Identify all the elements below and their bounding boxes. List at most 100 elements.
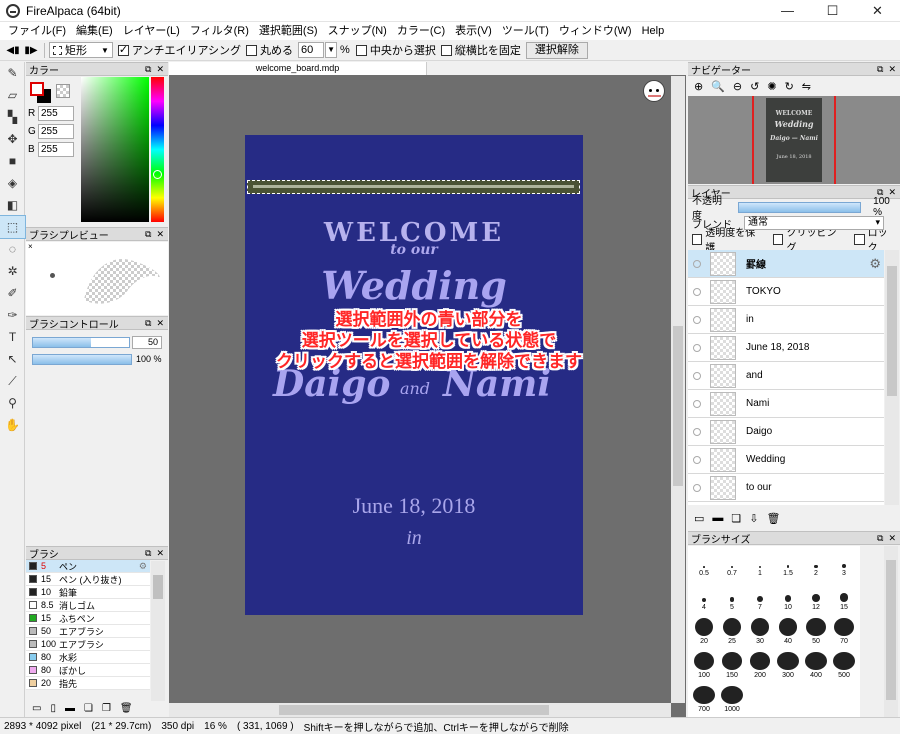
- new-layer-icon[interactable]: ▭: [694, 512, 704, 525]
- maximize-button[interactable]: ☐: [810, 0, 855, 22]
- magic-wand-tool-icon[interactable]: ✲: [0, 260, 25, 282]
- blend-mode-select[interactable]: 通常: [744, 216, 884, 230]
- brush-size-scrollbar[interactable]: [884, 546, 898, 717]
- canvas-vertical-scrollbar[interactable]: [671, 76, 685, 703]
- brush-size-preset[interactable]: 1000: [718, 686, 746, 713]
- eraser-tool-icon[interactable]: ▱: [0, 84, 25, 106]
- rotate-left-icon[interactable]: ↺: [750, 80, 759, 93]
- brush-size-preset[interactable]: 40: [774, 618, 802, 645]
- fix-ratio-checkbox[interactable]: 縦横比を固定: [440, 42, 521, 58]
- menu-view[interactable]: 表示(V): [450, 22, 497, 40]
- brush-size-preset[interactable]: 3: [830, 550, 858, 577]
- layer-row[interactable]: 罫線 ⚙: [688, 250, 884, 278]
- brush-size-preset[interactable]: 500: [830, 652, 858, 679]
- close-icon[interactable]: ✕: [156, 64, 164, 75]
- saturation-value-picker[interactable]: [81, 77, 149, 222]
- visibility-icon[interactable]: [693, 427, 701, 436]
- layer-row[interactable]: Daigo: [688, 418, 884, 446]
- shape-select[interactable]: 矩形 ▼: [49, 42, 113, 58]
- copy-brush-icon[interactable]: ▯: [50, 703, 56, 717]
- antialias-checkbox[interactable]: アンチエイリアシング: [117, 42, 241, 58]
- menu-select[interactable]: 選択範囲(S): [254, 22, 323, 40]
- brush-size-preset[interactable]: 100: [690, 652, 718, 679]
- visibility-icon[interactable]: [693, 455, 701, 464]
- divide-tool-icon[interactable]: ⟋: [0, 370, 25, 392]
- text-tool-icon[interactable]: T: [0, 326, 25, 348]
- brush-list-item[interactable]: 100 エアブラシ: [26, 638, 150, 651]
- trash-icon[interactable]: 🗑: [120, 703, 133, 717]
- brush-size-preset[interactable]: 700: [690, 686, 718, 713]
- brush-size-preset[interactable]: 30: [746, 618, 774, 645]
- layer-row[interactable]: in: [688, 306, 884, 334]
- selection-marquee[interactable]: [247, 180, 580, 194]
- hand-tool-icon[interactable]: ✋: [0, 414, 25, 436]
- dot-tool-icon[interactable]: ▚: [0, 106, 25, 128]
- deselect-button[interactable]: 選択解除: [525, 41, 588, 59]
- scroll-thumb[interactable]: [673, 326, 683, 486]
- scroll-thumb[interactable]: [887, 266, 897, 396]
- brush-size-preset[interactable]: 12: [802, 584, 830, 611]
- brush-size-preset[interactable]: 5: [718, 584, 746, 611]
- menu-help[interactable]: Help: [637, 22, 670, 40]
- hue-slider[interactable]: [151, 77, 164, 222]
- brush-size-preset[interactable]: 1: [746, 550, 774, 577]
- brush-size-preset[interactable]: 150: [718, 652, 746, 679]
- brush-list-item[interactable]: 8.5 消しゴム: [26, 599, 150, 612]
- pen-tool-icon[interactable]: ✎: [0, 62, 25, 84]
- zoom-out-icon[interactable]: ⊖: [733, 80, 742, 93]
- paste-icon[interactable]: ❐: [102, 703, 111, 717]
- rotate-right-icon[interactable]: ↻: [785, 80, 794, 93]
- brush-list-item[interactable]: 50 エアブラシ: [26, 625, 150, 638]
- brush-size-preset[interactable]: 300: [774, 652, 802, 679]
- scroll-thumb[interactable]: [886, 560, 896, 700]
- layer-list-scrollbar[interactable]: [885, 250, 899, 505]
- lasso-tool-icon[interactable]: ◌: [0, 238, 25, 260]
- transparent-color-swatch[interactable]: [56, 84, 70, 98]
- brush-list-item[interactable]: 80 水彩: [26, 651, 150, 664]
- document-canvas[interactable]: WELCOME to our Wedding Daigo and Nami Ju…: [245, 135, 583, 615]
- reset-rotation-icon[interactable]: ✺: [767, 80, 776, 93]
- brush-size-preset[interactable]: 1.5: [774, 550, 802, 577]
- green-input[interactable]: 255: [38, 124, 74, 139]
- delete-layer-icon[interactable]: 🗑: [767, 512, 781, 525]
- zoom-fit-icon[interactable]: ⊕: [694, 80, 703, 93]
- float-icon[interactable]: ⧉: [145, 318, 151, 329]
- round-value-dropdown[interactable]: ▼: [325, 42, 338, 58]
- brush-size-preset[interactable]: 70: [830, 618, 858, 645]
- prev-icon[interactable]: ◀▮: [4, 45, 22, 56]
- brush-opacity-slider[interactable]: [32, 354, 132, 365]
- close-button[interactable]: ✕: [855, 0, 900, 22]
- brush-size-preset[interactable]: 200: [746, 652, 774, 679]
- brush-list-scrollbar[interactable]: [151, 561, 165, 701]
- layer-row[interactable]: and: [688, 362, 884, 390]
- brush-size-preset[interactable]: 2: [802, 550, 830, 577]
- fill-rect-tool-icon[interactable]: ■: [0, 150, 25, 172]
- duplicate-icon[interactable]: ❏: [84, 703, 93, 717]
- brush-list-item[interactable]: 20 指先: [26, 677, 150, 690]
- new-brush-icon[interactable]: ▭: [32, 703, 41, 717]
- visibility-icon[interactable]: [693, 343, 701, 352]
- select-tool-icon[interactable]: ⬚: [0, 215, 26, 239]
- scroll-thumb[interactable]: [153, 575, 163, 599]
- duplicate-layer-icon[interactable]: ❏: [731, 512, 741, 525]
- from-center-checkbox[interactable]: 中央から選択: [355, 42, 436, 58]
- round-value-input[interactable]: 60: [298, 42, 325, 58]
- brush-size-preset[interactable]: 0.5: [690, 550, 718, 577]
- menu-file[interactable]: ファイル(F): [3, 22, 71, 40]
- brush-list-item[interactable]: 10 鉛筆: [26, 586, 150, 599]
- move-tool-icon[interactable]: ✥: [0, 128, 25, 150]
- brush-size-preset[interactable]: 15: [830, 584, 858, 611]
- zoom-in-icon[interactable]: 🔍: [711, 80, 725, 93]
- brush-size-preset[interactable]: 25: [718, 618, 746, 645]
- layer-row[interactable]: TOKYO: [688, 278, 884, 306]
- brush-size-value[interactable]: 50: [132, 336, 162, 349]
- red-input[interactable]: 255: [38, 106, 74, 121]
- visibility-icon[interactable]: [693, 371, 701, 380]
- canvas-horizontal-scrollbar[interactable]: [169, 703, 671, 717]
- brush-size-preset[interactable]: 20: [690, 618, 718, 645]
- layer-row[interactable]: Nami: [688, 390, 884, 418]
- brush-list-item[interactable]: 80 ぼかし: [26, 664, 150, 677]
- next-icon[interactable]: ▮▶: [22, 45, 40, 56]
- layer-opacity-slider[interactable]: [737, 201, 862, 213]
- bucket-tool-icon[interactable]: ◈: [0, 172, 25, 194]
